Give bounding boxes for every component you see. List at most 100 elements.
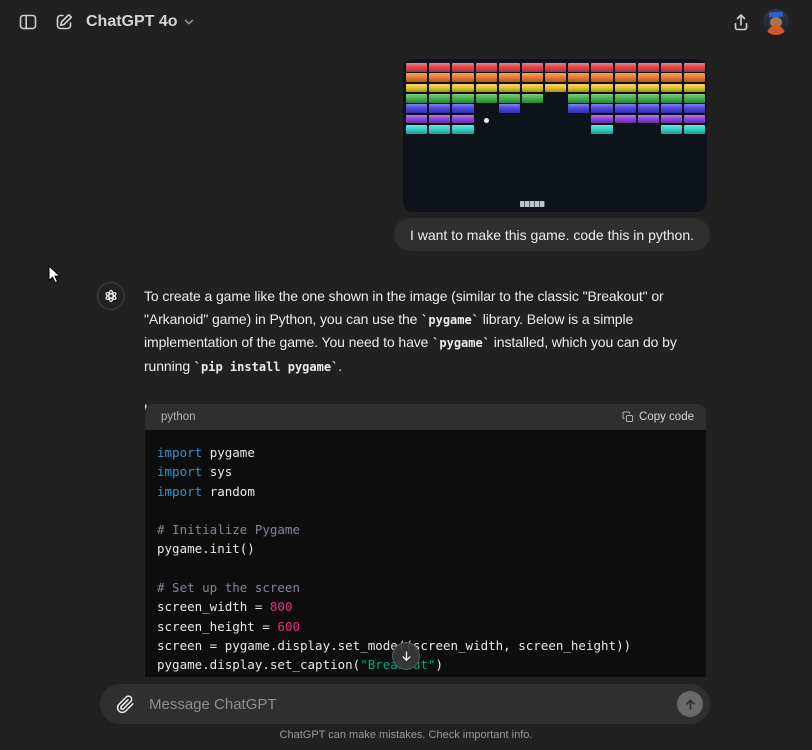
code-line: screen = pygame.display.set_mode((screen… [157, 636, 694, 655]
game-brick [591, 63, 612, 72]
game-brick [452, 73, 473, 82]
game-brick [429, 63, 450, 72]
scroll-to-bottom-button[interactable] [392, 642, 420, 670]
game-brick [522, 94, 543, 103]
game-brick [661, 63, 682, 72]
code-block: python Copy code import pygameimport sys… [145, 404, 706, 677]
user-avatar[interactable] [763, 9, 789, 35]
game-brick [661, 104, 682, 113]
game-brick [661, 84, 682, 93]
sidebar-toggle-button[interactable] [12, 6, 44, 38]
game-brick [638, 115, 659, 124]
code-block-header: python Copy code [145, 404, 706, 430]
disclaimer-text: ChatGPT can make mistakes. Check importa… [0, 729, 812, 741]
share-button[interactable] [725, 6, 757, 38]
game-brick [476, 84, 497, 93]
code-language-label: python [161, 411, 196, 423]
model-selector-label: ChatGPT 4o [86, 13, 178, 31]
arrow-down-icon [399, 649, 414, 664]
code-line: pygame.display.set_caption("Breakout") [157, 655, 694, 674]
share-icon [731, 12, 751, 32]
game-brick [545, 84, 566, 93]
game-brick [406, 94, 427, 103]
assistant-paragraph-1: To create a game like the one shown in t… [144, 285, 716, 378]
sidebar-toggle-icon [18, 12, 38, 32]
code-line [157, 559, 694, 578]
game-brick [615, 94, 636, 103]
game-brick [684, 125, 705, 134]
game-brick [429, 125, 450, 134]
code-line: pygame.init() [157, 539, 694, 558]
game-ball [484, 118, 489, 123]
code-line: screen_width = 800 [157, 597, 694, 616]
message-input[interactable] [147, 695, 677, 714]
game-brick [661, 125, 682, 134]
chevron-down-icon [182, 15, 196, 29]
model-selector[interactable]: ChatGPT 4o [86, 9, 196, 35]
game-brick [476, 63, 497, 72]
send-button[interactable] [677, 691, 703, 717]
game-brick [452, 104, 473, 113]
arrow-up-icon [683, 697, 698, 712]
mouse-cursor [48, 265, 62, 285]
game-brick [499, 63, 520, 72]
code-line: import pygame [157, 443, 694, 462]
inline-code: `pip install pygame` [194, 360, 339, 374]
game-brick [522, 73, 543, 82]
code-line: # Initialize Pygame [157, 520, 694, 539]
attached-game-image[interactable] [403, 59, 707, 212]
game-brick [661, 94, 682, 103]
message-composer [100, 684, 710, 724]
game-brick [615, 115, 636, 124]
new-chat-button[interactable] [48, 6, 80, 38]
copy-icon [622, 411, 634, 423]
new-chat-icon [54, 12, 74, 32]
game-brick [638, 94, 659, 103]
game-brick [429, 73, 450, 82]
copy-code-button[interactable]: Copy code [622, 411, 694, 423]
avatar-graduation-cap [769, 12, 783, 18]
game-brick [499, 73, 520, 82]
game-brick [568, 63, 589, 72]
game-brick [684, 84, 705, 93]
code-line: # Set up the screen [157, 578, 694, 597]
game-brick [406, 125, 427, 134]
game-brick [545, 63, 566, 72]
game-brick [684, 73, 705, 82]
openai-logo-icon [102, 287, 120, 305]
game-brick [684, 115, 705, 124]
game-brick [406, 104, 427, 113]
game-brick [615, 63, 636, 72]
game-brick [406, 84, 427, 93]
game-brick [476, 73, 497, 82]
code-content[interactable]: import pygameimport sysimport random # I… [145, 430, 706, 677]
game-brick [591, 115, 612, 124]
assistant-message: To create a game like the one shown in t… [144, 285, 716, 421]
paperclip-icon [116, 695, 135, 714]
game-brick [661, 73, 682, 82]
game-brick [638, 104, 659, 113]
game-brick [568, 84, 589, 93]
game-brick [452, 63, 473, 72]
game-brick [545, 73, 566, 82]
assistant-avatar [97, 282, 125, 310]
game-brick [615, 73, 636, 82]
game-brick [568, 94, 589, 103]
game-brick [406, 73, 427, 82]
user-message-bubble: I want to make this game. code this in p… [394, 218, 710, 251]
game-brick [406, 115, 427, 124]
game-brick [615, 104, 636, 113]
game-brick [429, 94, 450, 103]
attach-file-button[interactable] [113, 692, 137, 716]
chatgpt-app: ChatGPT 4o I want to make this game. cod… [0, 0, 812, 750]
game-brick [429, 115, 450, 124]
game-brick [591, 104, 612, 113]
game-brick [476, 94, 497, 103]
game-brick [591, 84, 612, 93]
code-line: import sys [157, 462, 694, 481]
game-brick [568, 73, 589, 82]
game-brick [429, 84, 450, 93]
text-segment: . [338, 358, 342, 374]
game-brick [661, 115, 682, 124]
game-brick [429, 104, 450, 113]
